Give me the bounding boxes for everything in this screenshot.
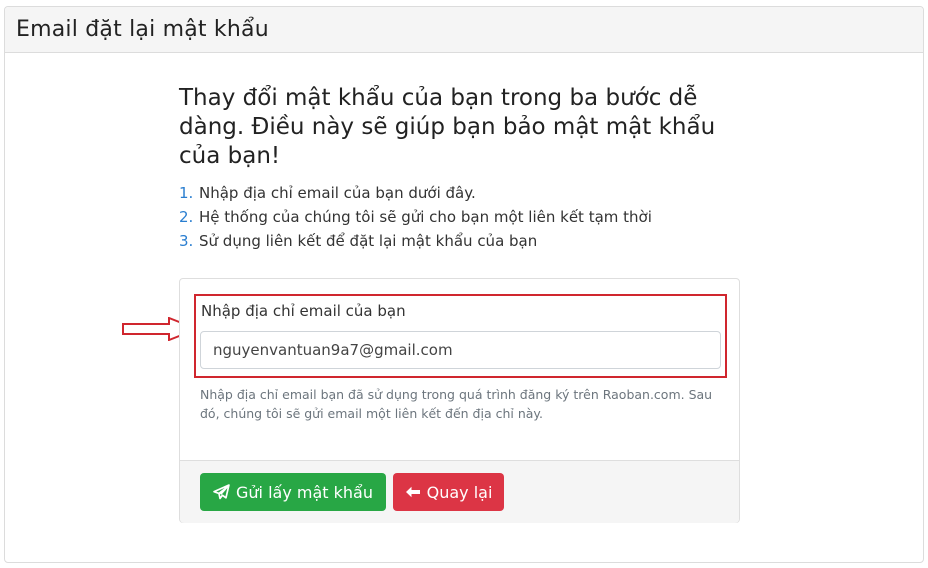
email-help-text: Nhập địa chỉ email bạn đã sử dụng trong …: [200, 387, 713, 421]
email-field[interactable]: [200, 331, 721, 369]
step-text: Hệ thống của chúng tôi sẽ gửi cho bạn mộ…: [199, 208, 652, 226]
step-number: 3.: [179, 232, 194, 250]
page-title: Email đặt lại mật khẩu: [16, 17, 269, 42]
form-footer: Gửi lấy mật khẩu Quay lại: [180, 460, 739, 523]
step-number: 2.: [179, 208, 194, 226]
intro-title: Thay đổi mật khẩu của bạn trong ba bước …: [179, 85, 716, 169]
step-number: 1.: [179, 184, 194, 202]
steps-list: 1. Nhập địa chỉ email của bạn dưới đây. …: [179, 181, 741, 253]
step-text: Nhập địa chỉ email của bạn dưới đây.: [199, 184, 476, 202]
email-field-label: Nhập địa chỉ email của bạn: [201, 302, 406, 320]
arrow-left-icon: [405, 486, 420, 498]
card-header: Email đặt lại mật khẩu: [5, 7, 923, 53]
email-field-highlight: Nhập địa chỉ email của bạn: [194, 294, 727, 378]
back-label: Quay lại: [426, 482, 493, 502]
list-item: 3. Sử dụng liên kết để đặt lại mật khẩu …: [179, 229, 741, 253]
intro-section: Thay đổi mật khẩu của bạn trong ba bước …: [179, 84, 741, 253]
list-item: 2. Hệ thống của chúng tôi sẽ gửi cho bạn…: [179, 205, 741, 229]
paper-plane-icon: [213, 483, 230, 499]
send-password-button[interactable]: Gửi lấy mật khẩu: [200, 473, 386, 511]
list-item: 1. Nhập địa chỉ email của bạn dưới đây.: [179, 181, 741, 205]
send-password-label: Gửi lấy mật khẩu: [236, 482, 373, 502]
back-button[interactable]: Quay lại: [393, 473, 504, 511]
reset-form-card: Nhập địa chỉ email của bạn Nhập địa chỉ …: [179, 278, 740, 523]
step-text: Sử dụng liên kết để đặt lại mật khẩu của…: [199, 232, 538, 250]
